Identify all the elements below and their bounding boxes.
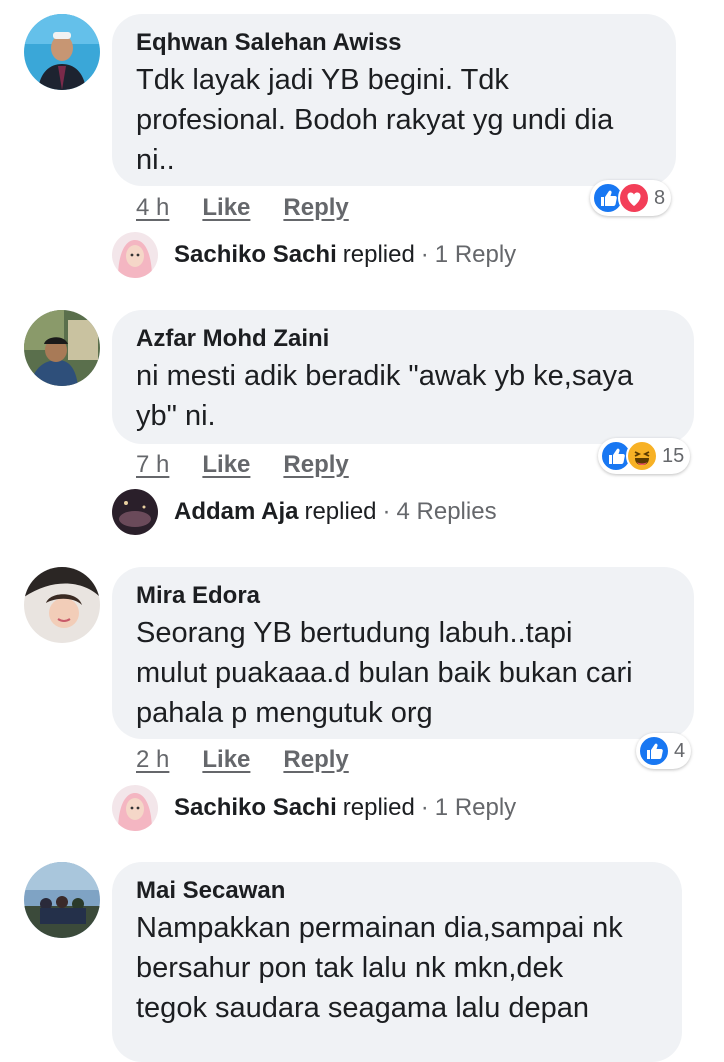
comment-actions: 7 h Like Reply bbox=[136, 451, 349, 479]
comment-actions: 2 h Like Reply bbox=[136, 746, 349, 774]
comment-timestamp[interactable]: 7 h bbox=[136, 451, 169, 479]
separator-dot: · bbox=[420, 241, 429, 268]
avatar-image bbox=[24, 567, 100, 643]
comment-author[interactable]: Mai Secawan bbox=[136, 876, 658, 906]
replied-label: replied bbox=[342, 241, 415, 268]
reply-button[interactable]: Reply bbox=[283, 451, 348, 479]
avatar-sachiko bbox=[112, 785, 158, 831]
comment-text-line: yb" ni. bbox=[136, 400, 216, 432]
comment-bubble: Mai Secawan Nampakkan permainan dia,samp… bbox=[112, 862, 682, 1062]
reaction-summary[interactable]: 15 bbox=[598, 438, 691, 474]
comment-text: ni mesti adik beradik "awak yb ke,saya y… bbox=[136, 356, 670, 436]
comment-text-line: Tdk layak jadi YB begini. Tdk bbox=[136, 64, 509, 96]
reaction-summary[interactable]: 8 bbox=[590, 180, 672, 216]
avatar-eqhwan[interactable] bbox=[24, 14, 100, 90]
comment-timestamp[interactable]: 2 h bbox=[136, 746, 169, 774]
like-button[interactable]: Like bbox=[202, 746, 250, 774]
avatar-mira[interactable] bbox=[24, 567, 100, 643]
comment-actions: 4 h Like Reply bbox=[136, 194, 349, 222]
replies-link[interactable]: Sachiko Sachi replied · 1 Reply bbox=[112, 785, 516, 831]
reaction-count: 8 bbox=[654, 186, 666, 209]
like-button[interactable]: Like bbox=[202, 194, 250, 222]
reply-button[interactable]: Reply bbox=[283, 194, 348, 222]
like-button[interactable]: Like bbox=[202, 451, 250, 479]
avatar-image bbox=[24, 310, 100, 386]
reply-count: 1 Reply bbox=[434, 794, 517, 821]
comment-text-line: bersahur pon tak lalu nk mkn,dek bbox=[136, 952, 564, 984]
comment-text: Tdk layak jadi YB begini. Tdk profesiona… bbox=[136, 60, 652, 180]
avatar-addam bbox=[112, 489, 158, 535]
avatar-image bbox=[24, 14, 100, 90]
replies-link[interactable]: Sachiko Sachi replied · 1 Reply bbox=[112, 232, 516, 278]
avatar-image bbox=[112, 232, 158, 278]
separator-dot: · bbox=[382, 498, 391, 525]
comment-text-line: tegok saudara seagama lalu depan bbox=[136, 992, 590, 1024]
replied-label: replied bbox=[342, 794, 415, 821]
replier-name: Sachiko Sachi bbox=[174, 241, 337, 268]
reply-button[interactable]: Reply bbox=[283, 746, 348, 774]
avatar-image bbox=[112, 489, 158, 535]
avatar-image bbox=[24, 862, 100, 938]
love-icon bbox=[618, 182, 650, 214]
reaction-count: 4 bbox=[674, 739, 686, 762]
reaction-count: 15 bbox=[662, 444, 685, 467]
reply-count: 4 Replies bbox=[396, 498, 497, 525]
replies-link[interactable]: Addam Aja replied · 4 Replies bbox=[112, 489, 497, 535]
haha-icon bbox=[626, 440, 658, 472]
comment-bubble: Eqhwan Salehan Awiss Tdk layak jadi YB b… bbox=[112, 14, 676, 186]
avatar-mai[interactable] bbox=[24, 862, 100, 938]
avatar-image bbox=[112, 785, 158, 831]
comment-text-line: profesional. Bodoh rakyat yg undi dia bbox=[136, 104, 614, 136]
comment-timestamp[interactable]: 4 h bbox=[136, 194, 169, 222]
replier-name: Addam Aja bbox=[174, 498, 299, 525]
comment-author[interactable]: Mira Edora bbox=[136, 581, 670, 611]
replied-label: replied bbox=[304, 498, 377, 525]
comment-text-line: ni.. bbox=[136, 144, 175, 176]
comment-author[interactable]: Azfar Mohd Zaini bbox=[136, 324, 670, 354]
avatar-azfar[interactable] bbox=[24, 310, 100, 386]
comment-author[interactable]: Eqhwan Salehan Awiss bbox=[136, 28, 652, 58]
comment-text: Nampakkan permainan dia,sampai nk bersah… bbox=[136, 908, 658, 1028]
separator-dot: · bbox=[420, 794, 429, 821]
comment-text-line: pahala p mengutuk org bbox=[136, 697, 433, 729]
comment-text: Seorang YB bertudung labuh..tapi mulut p… bbox=[136, 613, 670, 733]
like-icon bbox=[638, 735, 670, 767]
reply-count: 1 Reply bbox=[434, 241, 517, 268]
comment-bubble: Azfar Mohd Zaini ni mesti adik beradik "… bbox=[112, 310, 694, 444]
comment-text-line: mulut puakaaa.d bulan baik bukan cari bbox=[136, 657, 633, 689]
comment-bubble: Mira Edora Seorang YB bertudung labuh..t… bbox=[112, 567, 694, 739]
reaction-summary[interactable]: 4 bbox=[636, 733, 692, 769]
avatar-sachiko bbox=[112, 232, 158, 278]
comment-text-line: ni mesti adik beradik "awak yb ke,saya bbox=[136, 360, 634, 392]
comment-text-line: Nampakkan permainan dia,sampai nk bbox=[136, 912, 623, 944]
replier-name: Sachiko Sachi bbox=[174, 794, 337, 821]
comment-text-line: Seorang YB bertudung labuh..tapi bbox=[136, 617, 573, 649]
